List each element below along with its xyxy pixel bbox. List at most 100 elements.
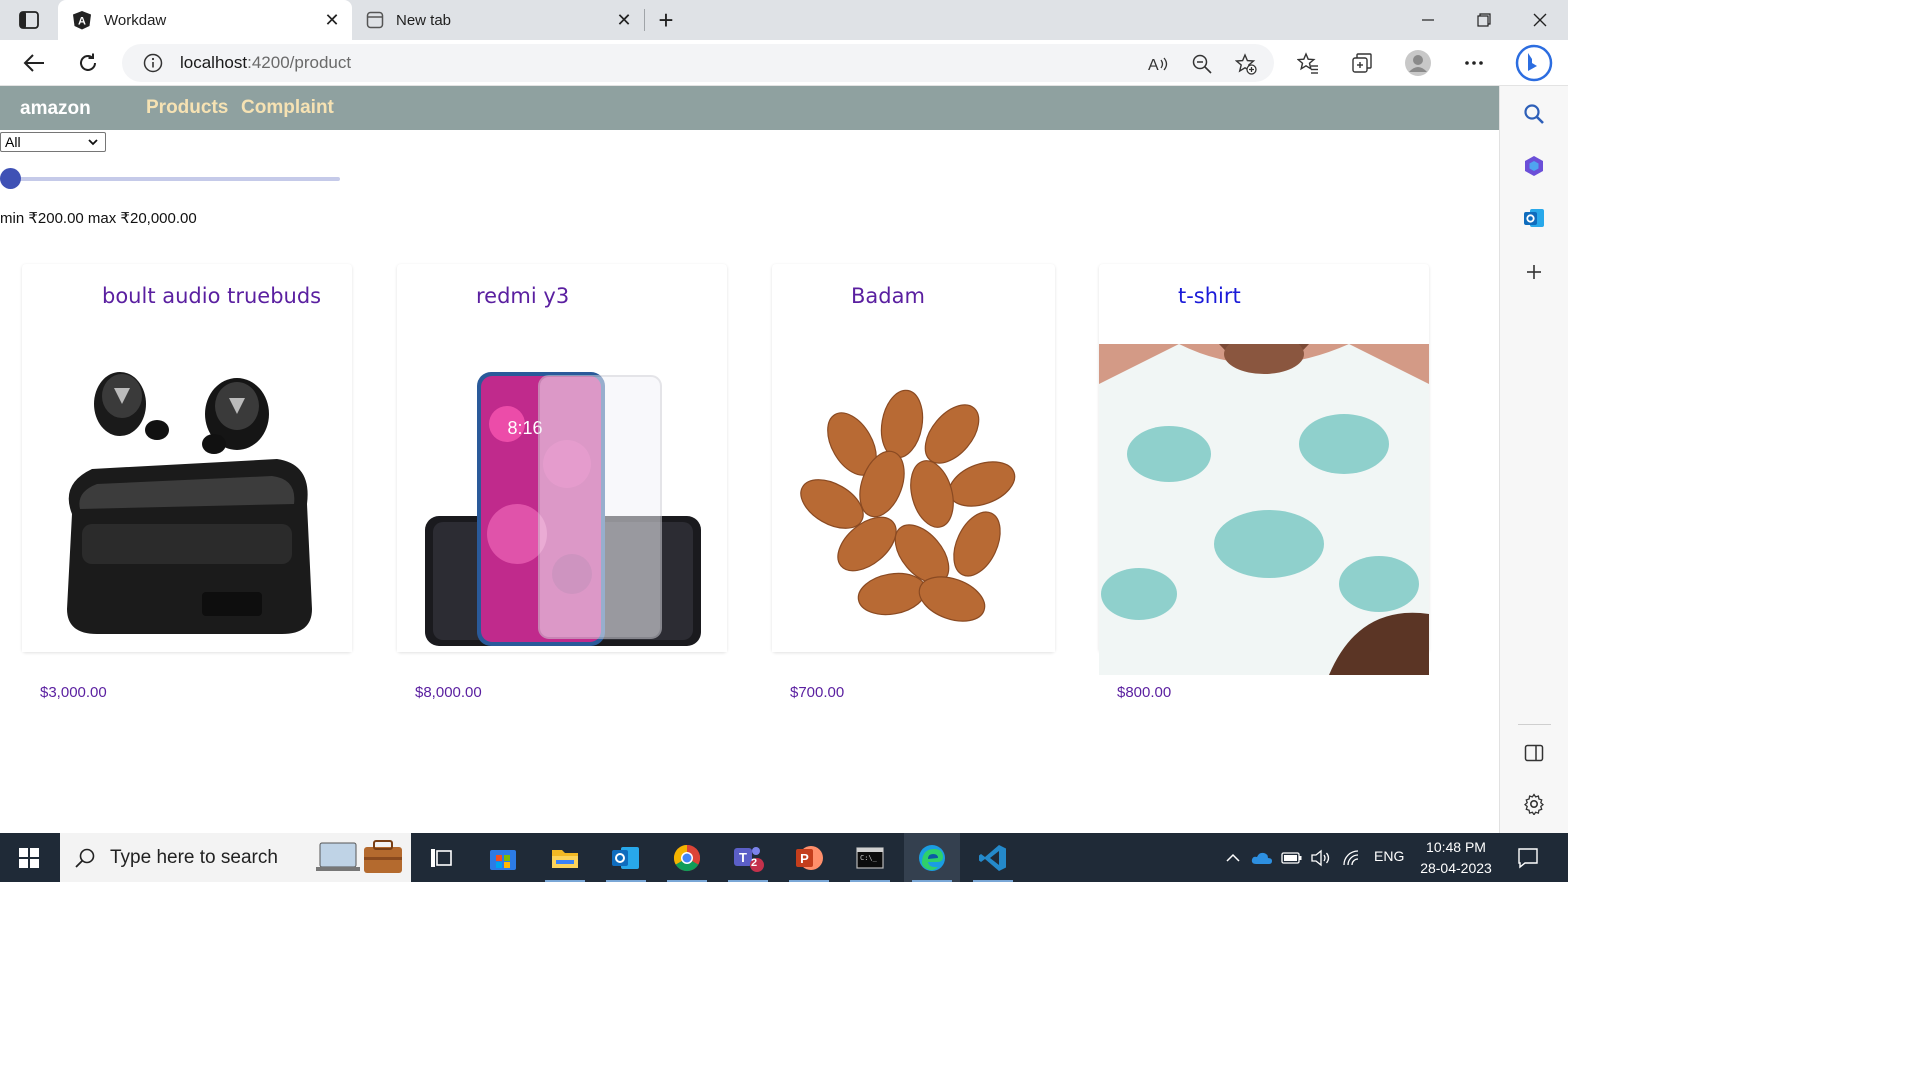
almonds-image xyxy=(772,344,1055,652)
bing-copilot-button[interactable] xyxy=(1514,43,1554,83)
edge-sidebar xyxy=(1499,86,1568,833)
sidebar-settings-button[interactable] xyxy=(1520,790,1548,818)
refresh-button[interactable] xyxy=(71,46,105,80)
category-select[interactable]: All xyxy=(0,132,106,152)
vscode-icon xyxy=(979,844,1006,871)
product-name[interactable]: t-shirt xyxy=(1178,284,1241,308)
price-range-text: min ₹200.00 max ₹20,000.00 xyxy=(0,210,197,227)
windows-taskbar: Type here to search T 2 P C:\_ ENG 10:48… xyxy=(0,833,1568,882)
url-path: :4200/product xyxy=(247,53,352,72)
folder-icon xyxy=(552,849,578,868)
product-card[interactable]: boult audio truebuds $3,000.00 xyxy=(22,264,352,701)
category-select-value: All xyxy=(5,134,21,150)
read-aloud-icon[interactable]: A xyxy=(1146,52,1170,76)
taskbar-store-app[interactable] xyxy=(475,833,531,882)
browser-toolbar: localhost:4200/product A xyxy=(0,40,1568,86)
tshirt-image xyxy=(1099,344,1429,675)
windows-logo-icon xyxy=(19,847,39,868)
search-icon xyxy=(75,848,95,868)
product-card[interactable]: redmi y3 8:16 $8,000.00 xyxy=(397,264,727,701)
url-text[interactable]: localhost:4200/product xyxy=(180,53,351,73)
site-info-icon[interactable] xyxy=(142,52,164,74)
price-slider[interactable] xyxy=(0,166,340,192)
product-name[interactable]: boult audio truebuds xyxy=(102,284,321,308)
product-card[interactable]: Badam $700.00 xyxy=(772,264,1055,701)
notifications-button[interactable] xyxy=(1516,846,1540,870)
slider-thumb[interactable] xyxy=(0,168,21,189)
sidebar-outlook-button[interactable] xyxy=(1520,204,1548,232)
nav-link-complaint[interactable]: Complaint xyxy=(241,97,334,119)
more-icon xyxy=(1465,61,1483,65)
close-icon xyxy=(1533,13,1547,27)
sidebar-add-button[interactable] xyxy=(1520,258,1548,286)
show-hidden-icons-button[interactable] xyxy=(1222,847,1244,869)
product-price: $8,000.00 xyxy=(415,684,482,701)
svg-text:P: P xyxy=(800,851,809,866)
battery-icon[interactable] xyxy=(1281,847,1303,869)
volume-icon[interactable] xyxy=(1310,847,1332,869)
start-button[interactable] xyxy=(0,833,58,882)
tab-title: Workdaw xyxy=(104,11,167,29)
sidebar-search-button[interactable] xyxy=(1520,100,1548,128)
product-card[interactable]: t-shirt $800.00 xyxy=(1099,264,1429,701)
close-window-button[interactable] xyxy=(1512,0,1568,40)
outlook-icon xyxy=(612,846,639,869)
search-highlight-image xyxy=(316,840,402,873)
close-tab-icon[interactable]: ✕ xyxy=(322,10,342,30)
edge-icon xyxy=(919,844,945,871)
taskbar-file-explorer-app[interactable] xyxy=(537,833,593,882)
web-page: amazon Products Complaint All min ₹200.0… xyxy=(0,86,1499,833)
tab-separator xyxy=(644,9,645,31)
gear-icon xyxy=(1524,793,1544,815)
tab-workdaw[interactable]: A Workdaw ✕ xyxy=(58,0,352,40)
collections-icon xyxy=(1352,53,1372,73)
search-icon xyxy=(1524,104,1544,124)
sidebar-hide-button[interactable] xyxy=(1520,739,1548,767)
tab-actions-button[interactable] xyxy=(12,7,46,33)
add-favorite-icon[interactable] xyxy=(1234,52,1258,76)
tab-title: New tab xyxy=(396,11,452,29)
slider-track[interactable] xyxy=(0,177,340,181)
taskbar-search-box[interactable]: Type here to search xyxy=(60,833,411,882)
close-tab-icon[interactable]: ✕ xyxy=(614,10,634,30)
taskbar-outlook-app[interactable] xyxy=(598,833,654,882)
taskbar-teams-app[interactable]: T 2 xyxy=(720,833,776,882)
taskbar-clock[interactable]: 10:48 PM 28-04-2023 xyxy=(1416,837,1496,879)
svg-text:A: A xyxy=(1148,57,1159,74)
minimize-button[interactable] xyxy=(1400,0,1456,40)
app-navbar: amazon Products Complaint xyxy=(0,86,1499,130)
panel-icon xyxy=(1524,744,1544,762)
input-language-indicator[interactable]: ENG xyxy=(1374,848,1404,864)
product-price: $700.00 xyxy=(790,684,845,701)
sidebar-discover-button[interactable] xyxy=(1520,152,1548,180)
taskbar-edge-app[interactable] xyxy=(904,833,960,882)
profile-button[interactable] xyxy=(1401,46,1435,80)
taskbar-terminal-app[interactable]: C:\_ xyxy=(842,833,898,882)
task-view-button[interactable] xyxy=(413,833,469,882)
wifi-icon[interactable] xyxy=(1341,847,1363,869)
brand-logo[interactable]: amazon xyxy=(20,98,91,120)
svg-text:C:\_: C:\_ xyxy=(860,854,878,862)
tab-new-tab[interactable]: New tab ✕ xyxy=(354,0,644,40)
new-tab-button[interactable]: + xyxy=(652,5,680,35)
settings-more-button[interactable] xyxy=(1457,46,1491,80)
nav-link-products[interactable]: Products xyxy=(146,97,228,119)
teams-notification-badge: 2 xyxy=(751,857,758,869)
product-name[interactable]: redmi y3 xyxy=(476,284,569,308)
collections-button[interactable] xyxy=(1345,46,1379,80)
chevron-up-icon xyxy=(1226,853,1240,862)
back-button[interactable] xyxy=(17,46,51,80)
taskbar-chrome-app[interactable] xyxy=(659,833,715,882)
zoom-out-icon[interactable] xyxy=(1190,52,1214,76)
onedrive-tray-icon[interactable] xyxy=(1251,847,1273,869)
favorites-icon xyxy=(1297,52,1318,74)
sidebar-divider xyxy=(1518,724,1551,725)
taskbar-vscode-app[interactable] xyxy=(965,833,1021,882)
favorites-button[interactable] xyxy=(1291,46,1325,80)
new-tab-icon xyxy=(366,11,384,29)
taskbar-powerpoint-app[interactable]: P xyxy=(781,833,837,882)
product-name[interactable]: Badam xyxy=(851,284,925,308)
chevron-down-icon xyxy=(88,139,98,146)
address-bar[interactable]: localhost:4200/product A xyxy=(122,44,1274,82)
restore-button[interactable] xyxy=(1456,0,1512,40)
